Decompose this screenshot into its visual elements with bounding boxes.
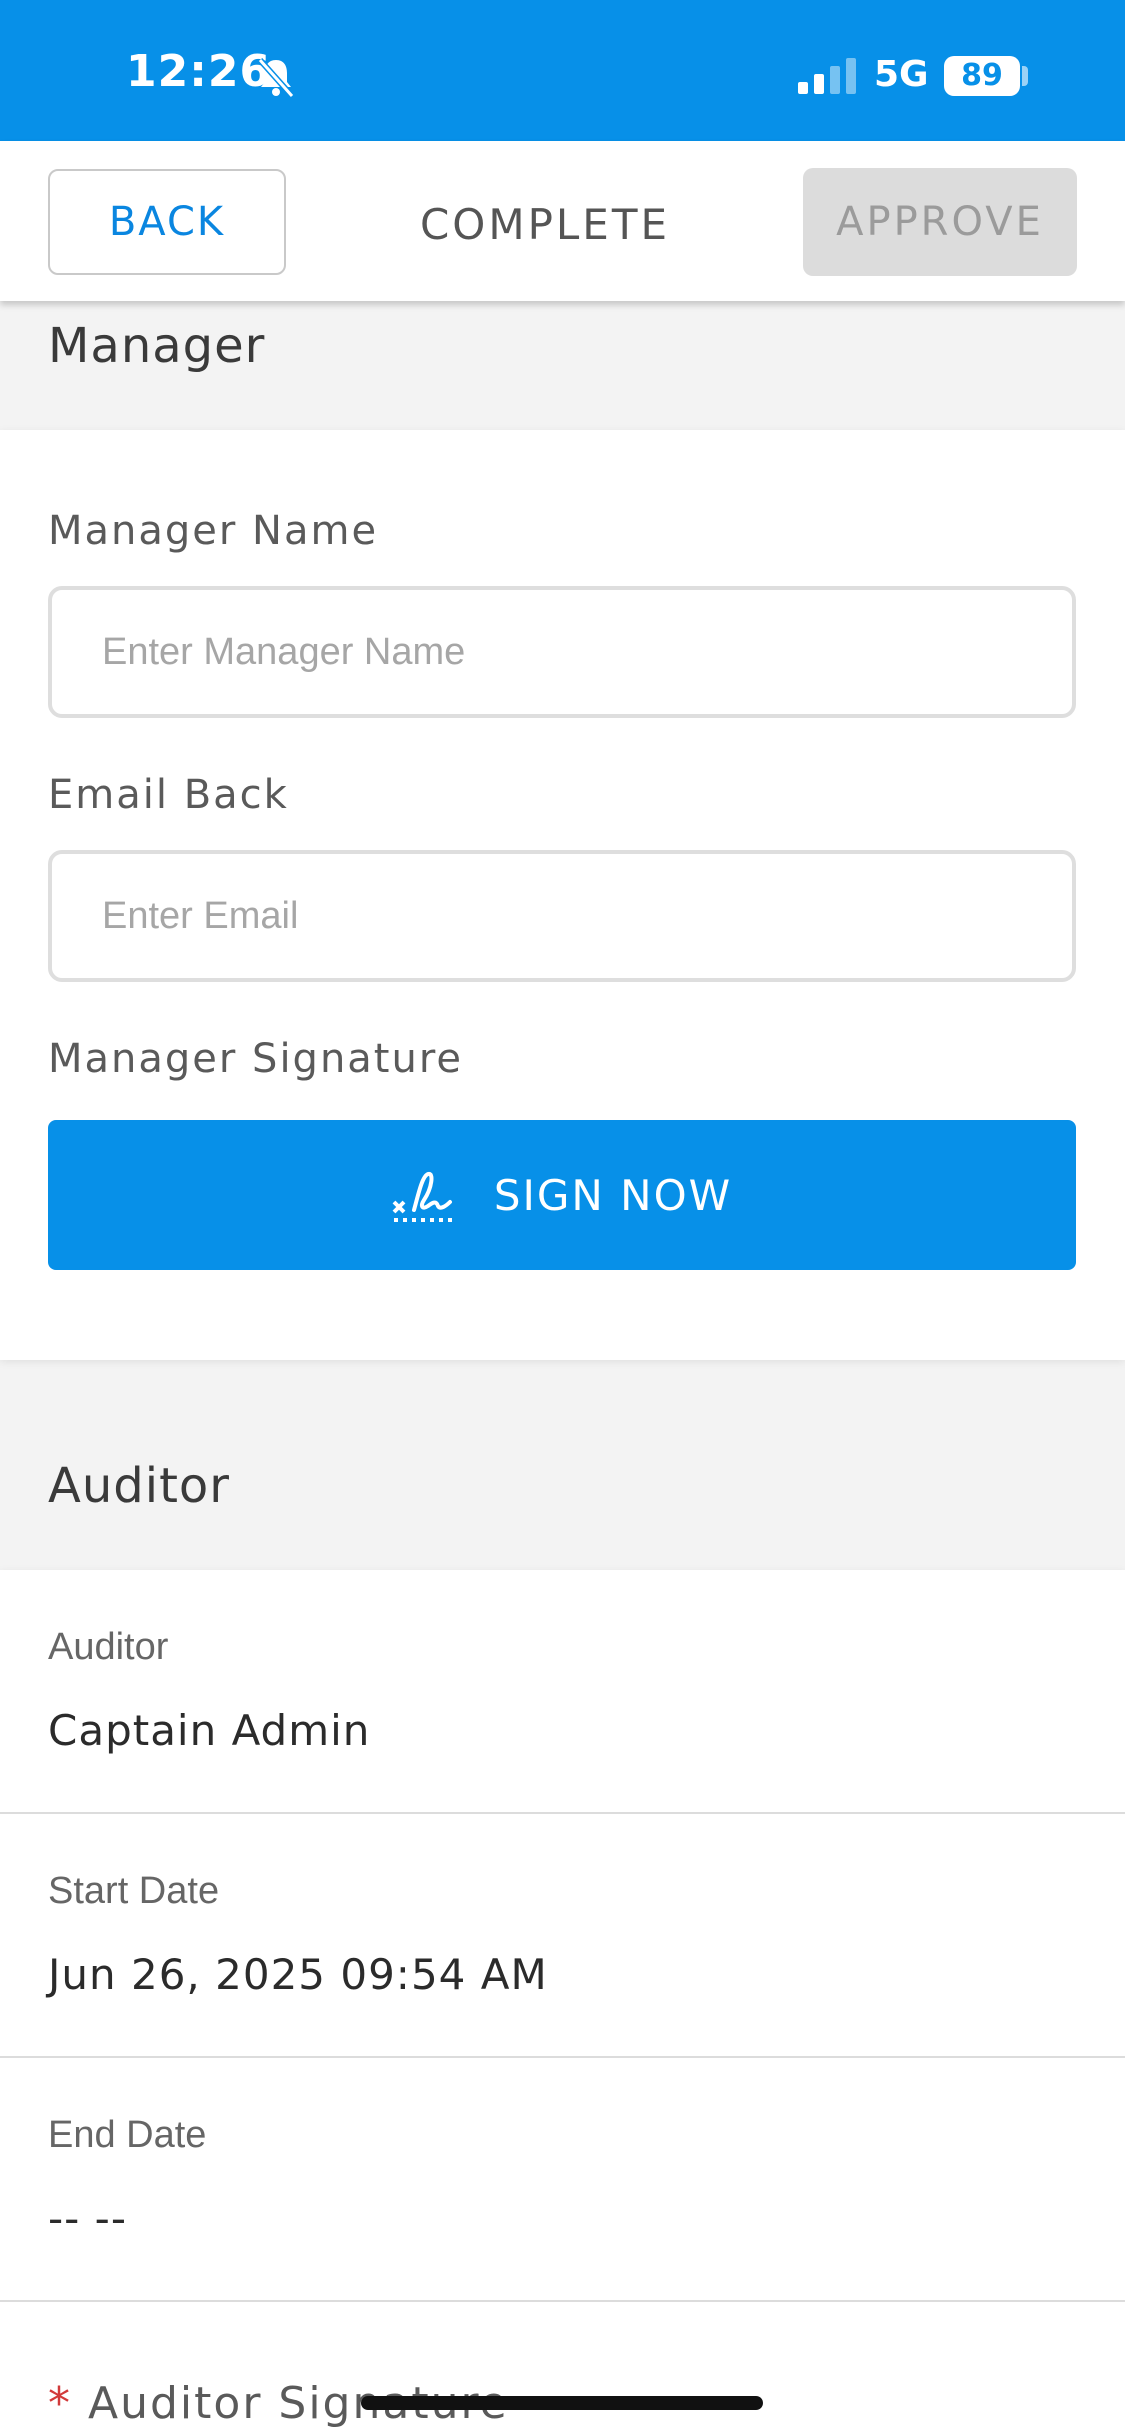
signature-icon [392,1171,452,1222]
status-bar: 12:26 5G 89 [0,0,1125,141]
back-button[interactable]: BACK [48,169,286,275]
end-date-value: -- -- [48,2194,127,2243]
sign-now-button[interactable]: SIGN NOW [48,1120,1076,1270]
start-date-row: Start Date Jun 26, 2025 09:54 AM [0,1814,1125,2058]
complete-button[interactable]: COMPLETE [360,169,730,279]
approve-button[interactable]: APPROVE [803,168,1077,276]
auditor-value: Captain Admin [48,1706,371,1755]
required-mark: * [48,2378,72,2429]
status-time: 12:26 [126,46,272,97]
auditor-section-title: Auditor [48,1458,230,1514]
start-date-label: Start Date [48,1870,220,1912]
end-date-row: End Date -- -- [0,2058,1125,2302]
manager-signature-label: Manager Signature [48,1036,464,1082]
home-indicator[interactable] [361,2396,763,2410]
battery-tip [1022,66,1028,86]
start-date-value: Jun 26, 2025 09:54 AM [48,1950,548,1999]
manager-section-title: Manager [48,318,266,374]
email-back-label: Email Back [48,772,289,818]
sign-now-label: SIGN NOW [493,1170,733,1220]
signal-icon [798,58,856,94]
action-toolbar: BACK COMPLETE APPROVE [0,141,1125,301]
manager-name-label: Manager Name [48,508,379,554]
network-type: 5G [874,54,929,95]
manager-card: Manager Name Email Back Manager Signatur… [0,430,1125,1360]
auditor-card: Auditor Captain Admin Start Date Jun 26,… [0,1570,1125,2436]
end-date-label: End Date [48,2114,207,2156]
auditor-label: Auditor [48,1626,169,1668]
auditor-row: Auditor Captain Admin [0,1570,1125,1814]
manager-name-input[interactable] [48,586,1076,718]
bell-slash-icon [257,58,295,98]
email-input[interactable] [48,850,1076,982]
battery-indicator: 89 [944,56,1020,96]
